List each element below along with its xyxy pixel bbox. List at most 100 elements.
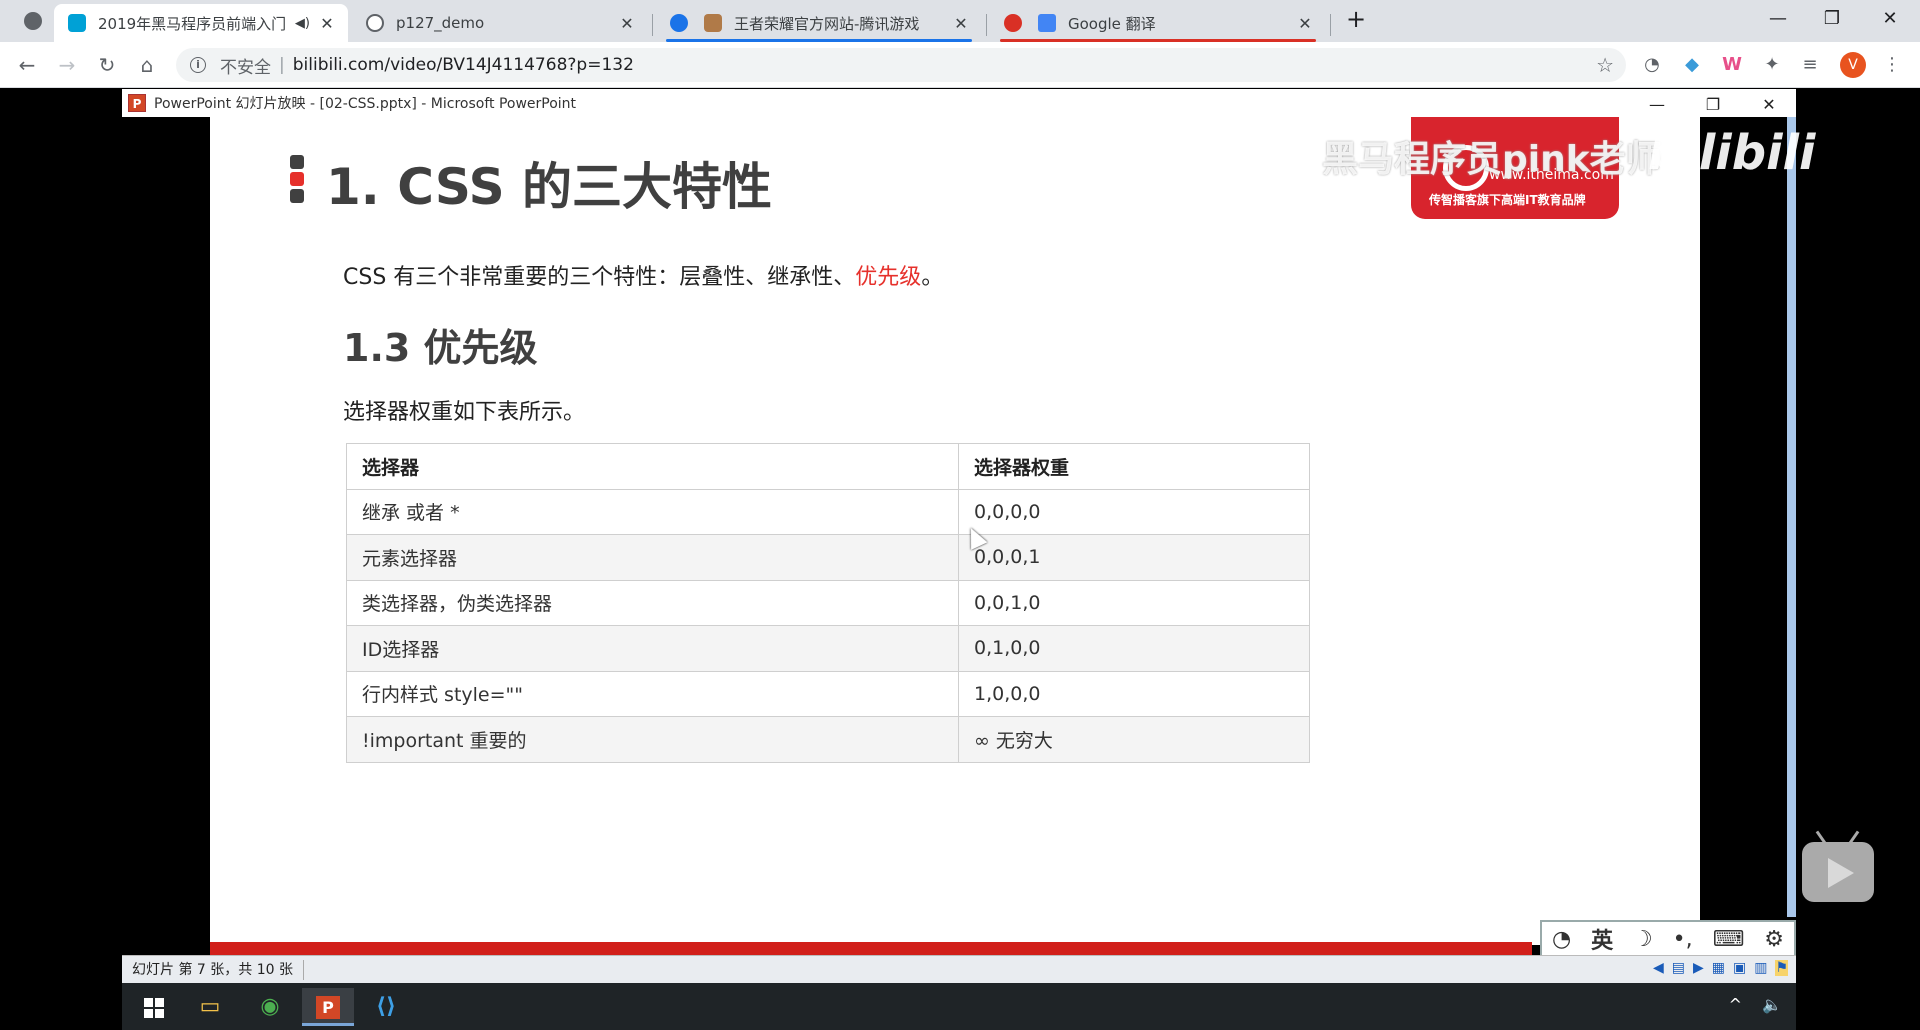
tv-antenna xyxy=(1847,830,1860,846)
screen: 2019年黑马程序员前端入门 ◀) ✕ p127_demo ✕ 王者荣耀官方网站… xyxy=(0,0,1920,1030)
powerpoint-taskbar-icon[interactable]: P xyxy=(302,988,354,1026)
sorter-view-icon[interactable]: ▣ xyxy=(1733,960,1746,976)
restore-button[interactable]: ❐ xyxy=(1812,4,1852,34)
close-window-button[interactable]: ✕ xyxy=(1870,4,1910,34)
group-dot-icon xyxy=(670,14,688,32)
windows-logo-pane xyxy=(155,1009,164,1018)
game-favicon-icon xyxy=(704,14,722,32)
address-separator: | xyxy=(279,55,285,75)
close-tab-icon[interactable]: ✕ xyxy=(618,14,636,33)
tab-title: 王者荣耀官方网站-腾讯游戏 xyxy=(734,14,920,33)
ppt-minimize-button[interactable]: — xyxy=(1640,94,1674,116)
table-description: 选择器权重如下表所示。 xyxy=(343,400,586,425)
slideshow-view-icon[interactable]: ⚑ xyxy=(1775,960,1788,976)
chrome-menu-icon[interactable]: ⋮ xyxy=(1880,53,1904,77)
slide-bottom-red-line xyxy=(210,942,1532,955)
tray-expand-icon[interactable]: ^ xyxy=(1729,995,1742,1014)
extension-icon-2[interactable]: ◆ xyxy=(1680,53,1704,77)
uploader-watermark: 黑马程序员pink老师 xyxy=(1322,139,1662,180)
close-tab-icon[interactable]: ✕ xyxy=(318,14,336,33)
windows-start-button[interactable] xyxy=(128,988,180,1026)
intro-suffix: 。 xyxy=(921,265,944,290)
bookmark-star-icon[interactable]: ☆ xyxy=(1596,53,1614,77)
tab-title: Google 翻译 xyxy=(1068,14,1156,33)
reading-view-icon[interactable]: ▥ xyxy=(1754,960,1767,976)
powerpoint-logo-icon: P xyxy=(316,996,340,1019)
bilibili-logo: bilibili xyxy=(1648,125,1816,181)
speaker-icon[interactable]: ◀) xyxy=(295,16,310,31)
table-cell: !important 重要的 xyxy=(346,716,959,763)
brand-slogan: 传智播客旗下高端IT教育品牌 xyxy=(1429,193,1586,207)
windows-taskbar: ▭ ◉ P ⟨⟩ ^ 🔈 xyxy=(122,983,1796,1030)
back-button[interactable]: ← xyxy=(12,50,42,80)
table-row: 类选择器，伪类选择器 0,0,1,0 xyxy=(346,579,1310,626)
ppt-close-button[interactable]: ✕ xyxy=(1752,94,1786,116)
title-bullet-marks xyxy=(290,155,304,206)
section-subtitle: 1.3 优先级 xyxy=(343,326,538,370)
notes-icon[interactable]: ▤ xyxy=(1672,960,1685,976)
address-bar[interactable]: i 不安全 | bilibili.com/video/BV14J4114768?… xyxy=(176,48,1626,82)
reload-button[interactable]: ↻ xyxy=(92,50,122,80)
url-text[interactable]: bilibili.com/video/BV14J4114768?p=132 xyxy=(293,55,634,75)
table-cell: ID选择器 xyxy=(346,625,959,672)
info-icon[interactable]: i xyxy=(190,57,206,73)
next-slide-icon[interactable]: ▶ xyxy=(1693,960,1704,976)
status-icons: ◀ ▤ ▶ ▦ ▣ ▥ ⚑ xyxy=(1653,960,1788,976)
tab-bilibili[interactable]: 2019年黑马程序员前端入门 ◀) ✕ xyxy=(54,4,348,42)
file-explorer-icon[interactable]: ▭ xyxy=(184,988,236,1026)
tab-title: 2019年黑马程序员前端入门 xyxy=(98,14,287,33)
tv-antenna xyxy=(1815,830,1828,846)
ime-language-toggle[interactable]: 英 xyxy=(1591,923,1613,955)
table-row: 元素选择器 0,0,0,1 xyxy=(346,534,1310,581)
gear-icon[interactable]: ⚙ xyxy=(1764,927,1784,952)
extension-icon-3[interactable]: W xyxy=(1720,53,1744,77)
table-cell: 1,0,0,0 xyxy=(958,670,1310,717)
close-tab-icon[interactable]: ✕ xyxy=(952,14,970,33)
ppt-titlebar: P PowerPoint 幻灯片放映 - [02-CSS.pptx] - Mic… xyxy=(122,89,1796,117)
slide-right-margin xyxy=(1700,117,1796,963)
globe-icon xyxy=(366,14,384,32)
slide-canvas[interactable]: 1. CSS 的三大特性 CSS 有三个非常重要的三个特性：层叠性、继承性、优先… xyxy=(210,117,1700,945)
ppt-statusbar: 幻灯片 第 7 张，共 10 张 ◀ ▤ ▶ ▦ ▣ ▥ ⚑ xyxy=(122,955,1796,983)
home-button[interactable]: ⌂ xyxy=(132,50,162,80)
keyboard-icon[interactable]: ⌨ xyxy=(1713,927,1745,952)
extensions-puzzle-icon[interactable]: ✦ xyxy=(1760,53,1784,77)
ime-toolbar: ◔ 英 ☽ •, ⌨ ⚙ xyxy=(1540,920,1796,958)
bilibili-play-icon[interactable] xyxy=(1802,830,1874,902)
previous-slide-icon[interactable]: ◀ xyxy=(1653,960,1664,976)
vscode-icon[interactable]: ⟨⟩ xyxy=(360,988,412,1026)
normal-view-icon[interactable]: ▦ xyxy=(1712,960,1725,976)
volume-icon[interactable]: 🔈 xyxy=(1762,995,1782,1014)
table-cell: 0,0,0,0 xyxy=(958,488,1310,535)
ime-logo-icon[interactable]: ◔ xyxy=(1552,927,1571,952)
google-translate-icon xyxy=(1038,14,1056,32)
window-blue-edge xyxy=(1787,117,1796,917)
slide-counter: 幻灯片 第 7 张，共 10 张 xyxy=(122,959,304,980)
tab-wangzhe[interactable]: 王者荣耀官方网站-腾讯游戏 ✕ xyxy=(656,4,982,42)
table-cell: 继承 或者 * xyxy=(346,488,959,535)
new-tab-button[interactable]: + xyxy=(1336,4,1376,34)
table-cell: 元素选择器 xyxy=(346,534,959,581)
chrome-icon[interactable]: ◉ xyxy=(244,988,296,1026)
tab-p127-demo[interactable]: p127_demo ✕ xyxy=(352,4,648,42)
moon-icon[interactable]: ☽ xyxy=(1633,927,1653,952)
browser-profile-dot[interactable] xyxy=(24,12,42,30)
browser-toolbar: ← → ↻ ⌂ i 不安全 | bilibili.com/video/BV14J… xyxy=(0,42,1920,88)
bilibili-tv-icon xyxy=(68,14,86,32)
close-tab-icon[interactable]: ✕ xyxy=(1296,14,1314,33)
table-cell: 0,0,1,0 xyxy=(958,579,1310,626)
ppt-restore-button[interactable]: ❐ xyxy=(1696,94,1730,116)
ppt-window-title: PowerPoint 幻灯片放映 - [02-CSS.pptx] - Micro… xyxy=(154,96,577,112)
tab-separator xyxy=(986,14,987,36)
forward-button[interactable]: → xyxy=(52,50,82,80)
punctuation-icon[interactable]: •, xyxy=(1673,927,1693,952)
reading-list-icon[interactable]: ≡ xyxy=(1798,53,1822,77)
extension-icon-1[interactable]: ◔ xyxy=(1640,53,1664,77)
tab-title: p127_demo xyxy=(396,14,485,32)
tab-google-translate[interactable]: Google 翻译 ✕ xyxy=(990,4,1326,42)
profile-avatar[interactable]: V xyxy=(1840,52,1866,78)
minimize-button[interactable]: — xyxy=(1758,4,1798,34)
security-label: 不安全 xyxy=(220,57,271,78)
play-triangle-icon xyxy=(1828,858,1854,888)
windows-logo-pane xyxy=(155,998,164,1007)
